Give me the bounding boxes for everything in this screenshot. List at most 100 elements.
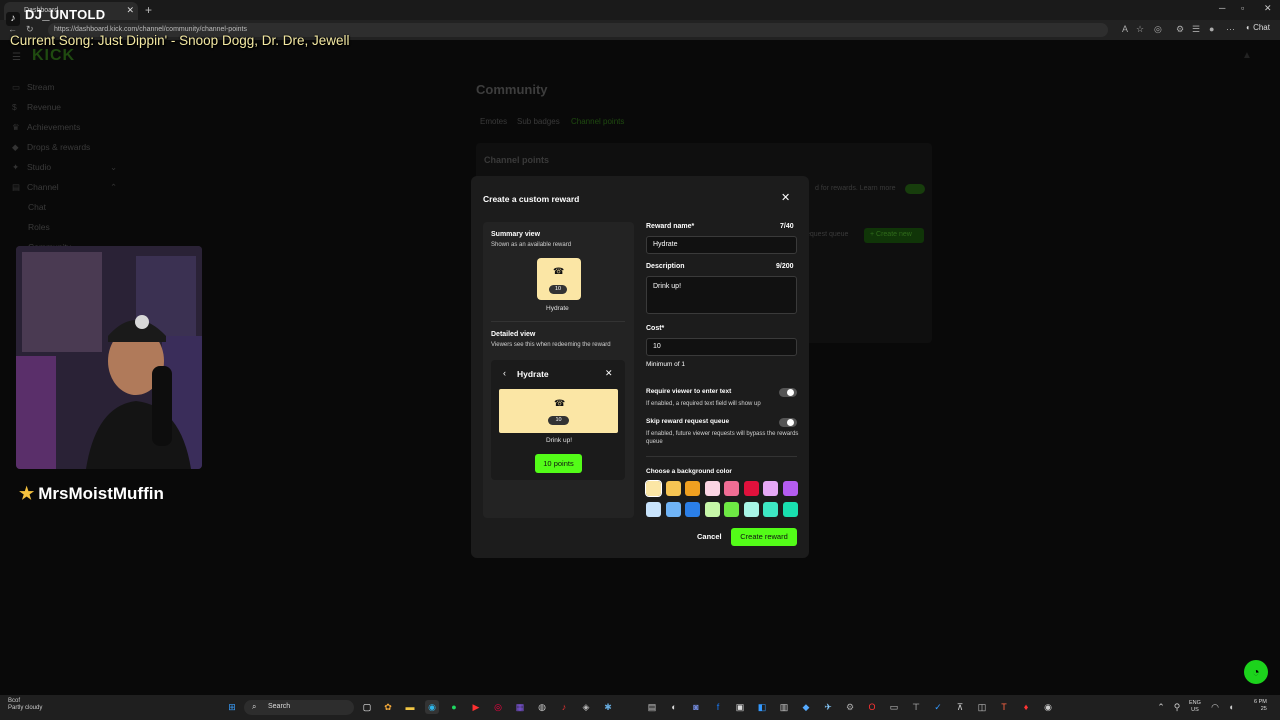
game-icon[interactable]: ✱ <box>601 700 615 714</box>
app-icon-11[interactable]: ✈ <box>821 700 835 714</box>
app-icon-7[interactable]: ▣ <box>733 700 747 714</box>
color-swatch[interactable] <box>782 481 798 496</box>
sidebar-item-drops[interactable]: ◆ Drops & rewards <box>12 142 90 153</box>
color-swatch[interactable] <box>763 502 778 517</box>
support-chat-icon[interactable]: ◔ <box>1244 660 1268 684</box>
color-swatch[interactable] <box>743 481 759 496</box>
app-icon-6[interactable]: ◐ <box>667 700 681 714</box>
create-reward-button[interactable]: Create reward <box>731 528 797 546</box>
windows-start-icon[interactable]: ⊞ <box>225 700 239 714</box>
app-icon-9[interactable]: ▥ <box>777 700 791 714</box>
profile-icon[interactable]: ● <box>1209 24 1214 34</box>
color-swatch[interactable] <box>646 502 661 517</box>
require-text-toggle[interactable] <box>779 388 797 397</box>
media-icon[interactable]: ▶ <box>469 700 483 714</box>
learn-more-text[interactable]: d for rewards. Learn more <box>815 185 896 192</box>
color-swatch[interactable] <box>763 481 778 496</box>
color-swatch[interactable] <box>724 502 739 517</box>
read-aloud-icon[interactable]: A <box>1122 24 1128 34</box>
skip-queue-toggle[interactable] <box>779 418 797 427</box>
notification-icon[interactable]: ▲ <box>1242 50 1252 61</box>
favorite-icon[interactable]: ☆ <box>1136 24 1144 35</box>
cost-input[interactable]: 10 <box>646 338 797 356</box>
sidebar-item-channel[interactable]: ▤ Channel ⌃ <box>12 182 117 193</box>
description-textarea[interactable]: Drink up! <box>646 276 797 314</box>
maximize-icon[interactable]: ▫ <box>1241 3 1244 13</box>
app-icon-17[interactable]: ◫ <box>975 700 989 714</box>
clock[interactable]: 6 PM 25 <box>1254 699 1267 713</box>
tab-channel-points[interactable]: Channel points <box>571 117 624 126</box>
color-swatch[interactable] <box>665 481 681 496</box>
request-queue-link[interactable]: equest queue <box>806 231 848 238</box>
sidebar-item-achievements[interactable]: ♛ Achievements <box>12 122 80 133</box>
color-swatch[interactable] <box>704 502 720 517</box>
app-icon-3[interactable]: ◍ <box>535 700 549 714</box>
language-indicator[interactable]: ENG US <box>1189 700 1201 714</box>
app-icon-16[interactable]: ⊼ <box>953 700 967 714</box>
tab-sub-badges[interactable]: Sub badges <box>517 117 560 126</box>
brave-icon[interactable]: ♦ <box>1019 700 1033 714</box>
app-icon-12[interactable]: ⚙ <box>843 700 857 714</box>
obs-icon[interactable]: ◉ <box>1041 700 1055 714</box>
app-icon-14[interactable]: ⊤ <box>909 700 923 714</box>
color-swatch[interactable] <box>782 502 798 517</box>
facebook-icon[interactable]: f <box>711 700 725 714</box>
chevron-up-icon[interactable]: ⌃ <box>1154 700 1168 714</box>
task-view-icon[interactable]: ▢ <box>360 700 374 714</box>
color-swatch[interactable] <box>724 481 739 496</box>
extension-icon-2[interactable]: ⚙ <box>1176 24 1184 35</box>
app-icon-8[interactable]: ◧ <box>755 700 769 714</box>
opera-icon[interactable]: O <box>865 700 879 714</box>
edge-icon[interactable]: ◉ <box>425 700 439 714</box>
now-playing: Current Song: Just Dippin' - Snoop Dogg,… <box>10 33 350 48</box>
sidebar-subitem-roles[interactable]: Roles <box>28 222 50 232</box>
minimize-icon[interactable]: ─ <box>1219 3 1225 13</box>
close-tab-icon[interactable]: ✕ <box>126 5 134 16</box>
taskbar-search[interactable]: ⌕ Search <box>244 700 354 715</box>
copilot-icon[interactable]: ✿ <box>381 700 395 714</box>
color-swatch[interactable] <box>685 502 700 517</box>
channel-points-toggle[interactable] <box>905 184 925 194</box>
color-swatch[interactable] <box>665 502 681 517</box>
cancel-button[interactable]: Cancel <box>697 532 722 541</box>
create-new-button[interactable]: + Create new <box>864 228 924 243</box>
app-icon-13[interactable]: ▭ <box>887 700 901 714</box>
extension-icon[interactable]: ◎ <box>1154 24 1162 35</box>
color-swatch[interactable] <box>743 502 759 517</box>
sidebar-subitem-chat[interactable]: Chat <box>28 202 46 212</box>
taskbar <box>0 695 1280 720</box>
weather-widget[interactable]: Bcof Partly cloudy <box>8 698 42 712</box>
color-swatch[interactable] <box>685 481 700 496</box>
sidebar-label: Studio <box>27 162 52 172</box>
tiktok-app-icon[interactable]: ♪ <box>557 700 571 714</box>
color-swatch[interactable] <box>704 481 720 496</box>
app-icon-1[interactable]: ◎ <box>491 700 505 714</box>
menu-icon[interactable]: ☰ <box>12 52 21 63</box>
network-icon[interactable]: ⚲ <box>1170 700 1184 714</box>
volume-icon[interactable]: ◖ <box>1224 700 1238 714</box>
close-window-icon[interactable]: ✕ <box>1264 3 1272 14</box>
close-icon[interactable]: ✕ <box>781 191 790 204</box>
app-icon-10[interactable]: ◆ <box>799 700 813 714</box>
new-tab-icon[interactable]: + <box>145 3 152 17</box>
trophy-icon: ♛ <box>12 122 20 132</box>
app-icon-5[interactable]: ▤ <box>645 700 659 714</box>
more-icon[interactable]: ⋯ <box>1226 24 1235 35</box>
discord-icon[interactable]: ◙ <box>689 700 703 714</box>
sidebar-item-studio[interactable]: ✦ Studio ⌄ <box>12 162 117 173</box>
sidebar-item-stream[interactable]: ▭ Stream <box>12 82 54 93</box>
tab-emotes[interactable]: Emotes <box>480 117 507 126</box>
page-title: Community <box>476 82 548 97</box>
spotify-icon[interactable]: ● <box>447 700 461 714</box>
copilot-chat-button[interactable]: ◐ Chat <box>1246 23 1270 32</box>
reward-name-input[interactable]: Hydrate <box>646 236 797 254</box>
app-icon-2[interactable]: ▦ <box>513 700 527 714</box>
app-icon-18[interactable]: T <box>997 700 1011 714</box>
sidebar-item-revenue[interactable]: $ Revenue <box>12 102 61 112</box>
wifi-icon[interactable]: ◠ <box>1208 700 1222 714</box>
color-swatch[interactable] <box>645 480 662 497</box>
app-icon-4[interactable]: ◈ <box>579 700 593 714</box>
app-icon-15[interactable]: ✓ <box>931 700 945 714</box>
file-explorer-icon[interactable]: ▬ <box>403 700 417 714</box>
favorites-bar-icon[interactable]: ☰ <box>1192 24 1200 35</box>
